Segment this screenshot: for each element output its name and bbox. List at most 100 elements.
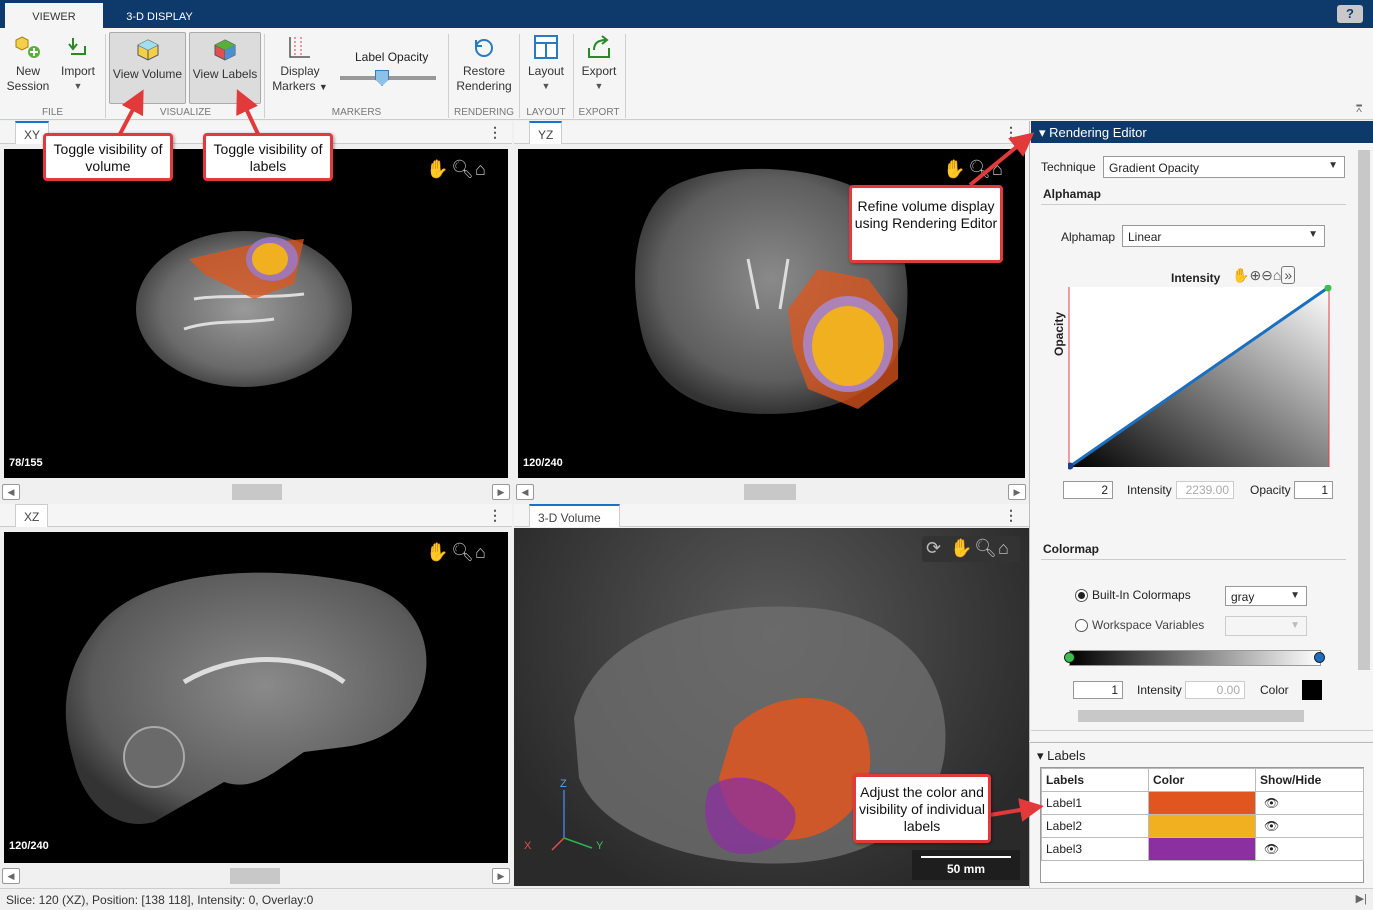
rendering-editor-header[interactable]: ▾ Rendering Editor xyxy=(1031,121,1373,143)
home-icon[interactable]: ⌂ xyxy=(998,538,1009,559)
labels-table-header: Labels Color Show/Hide xyxy=(1041,768,1364,792)
pan-icon[interactable]: ✋ xyxy=(950,538,972,559)
column-header[interactable]: Color xyxy=(1148,768,1256,792)
alphamap-plot[interactable] xyxy=(1068,285,1332,470)
label-color-swatch[interactable] xyxy=(1148,837,1256,861)
pan-icon[interactable]: ✋ xyxy=(1232,267,1249,283)
zoom-icon[interactable]: 🔍︎ xyxy=(968,159,991,180)
help-button[interactable]: ? xyxy=(1337,5,1363,23)
show-hide-cell[interactable]: 👁 xyxy=(1255,837,1364,861)
xy-menu-icon[interactable]: ⋮ xyxy=(488,124,502,141)
scroll-left-icon[interactable]: ◀ xyxy=(516,484,534,500)
restore-rendering-button[interactable]: Restore Rendering xyxy=(452,34,516,104)
show-hide-cell[interactable]: 👁 xyxy=(1255,791,1364,815)
xz-view[interactable]: ✋ 🔍︎ ⌂ 120/240 xyxy=(4,532,508,863)
rotate-icon[interactable]: ⟳ xyxy=(926,538,941,559)
intensity-field[interactable]: 2239.00 xyxy=(1176,481,1234,499)
zoom-in-icon[interactable]: ⊕ xyxy=(1249,267,1261,283)
scroll-thumb[interactable] xyxy=(744,484,796,500)
label-color-swatch[interactable] xyxy=(1148,814,1256,838)
workspace-variables-dropdown[interactable]: ▼ xyxy=(1225,616,1307,636)
scroll-left-icon[interactable]: ◀ xyxy=(2,484,20,500)
pan-icon[interactable]: ✋ xyxy=(426,159,448,180)
builtin-colormap-dropdown[interactable]: gray ▼ xyxy=(1225,586,1307,606)
colormap-stop-start[interactable] xyxy=(1064,652,1075,663)
eye-icon[interactable]: 👁 xyxy=(1264,796,1279,810)
home-icon[interactable]: ⌂ xyxy=(992,159,1003,180)
chevron-down-icon: ▼ xyxy=(1328,160,1338,171)
scroll-thumb[interactable] xyxy=(232,484,282,500)
builtin-colormaps-radio[interactable] xyxy=(1075,589,1088,602)
xz-menu-icon[interactable]: ⋮ xyxy=(488,507,502,524)
workspace-variables-radio[interactable] xyxy=(1075,619,1088,632)
opacity-field[interactable]: 1 xyxy=(1294,481,1333,499)
tab-viewer[interactable]: VIEWER xyxy=(5,3,103,28)
zoom-icon[interactable]: 🔍︎ xyxy=(451,159,474,180)
label-name[interactable]: Label1 xyxy=(1041,791,1149,815)
layout-button[interactable]: Layout ▼ xyxy=(523,34,569,104)
scroll-thumb[interactable] xyxy=(230,868,280,884)
radio-selected-dot xyxy=(1078,592,1085,599)
technique-dropdown[interactable]: Gradient Opacity ▼ xyxy=(1103,156,1345,178)
scroll-right-icon[interactable]: ▶ xyxy=(492,484,510,500)
chevron-down-icon: ▼ xyxy=(1290,590,1300,601)
display-markers-button[interactable]: Display Markers ▼ xyxy=(270,34,330,104)
eye-icon[interactable]: 👁 xyxy=(1264,819,1279,833)
separator xyxy=(105,34,106,118)
table-row[interactable]: Label2 👁 xyxy=(1041,814,1364,838)
new-session-icon xyxy=(15,36,40,58)
expand-icon[interactable]: » xyxy=(1281,266,1296,284)
show-hide-cell[interactable]: 👁 xyxy=(1255,814,1364,838)
xz-slice-scrollbar[interactable]: ◀ ▶ xyxy=(0,865,512,887)
label-color-swatch[interactable] xyxy=(1148,791,1256,815)
view-labels-button[interactable]: View Labels xyxy=(189,32,261,104)
export-button[interactable]: Export ▼ xyxy=(577,34,621,104)
collapse-ribbon-icon[interactable]: ⩞ xyxy=(1356,104,1362,115)
eye-icon[interactable]: 👁 xyxy=(1264,842,1279,856)
colormap-intensity-field[interactable]: 0.00 xyxy=(1185,681,1245,699)
tab-3d-display[interactable]: 3-D DISPLAY xyxy=(112,3,207,28)
scroll-right-icon[interactable]: ▶ xyxy=(492,868,510,884)
table-row[interactable]: Label1 👁 xyxy=(1041,791,1364,815)
scroll-right-icon[interactable]: ▶ xyxy=(1008,484,1026,500)
column-header[interactable]: Labels xyxy=(1041,768,1149,792)
status-bar: Slice: 120 (XZ), Position: [138 118], In… xyxy=(0,888,1373,910)
table-row[interactable]: Label3 👁 xyxy=(1041,837,1364,861)
colormap-index-spinner[interactable]: 1 xyxy=(1073,681,1123,699)
colormap-bar[interactable] xyxy=(1069,650,1321,666)
tab-xz[interactable]: XZ xyxy=(15,504,49,527)
editor-vertical-scrollbar[interactable] xyxy=(1358,150,1370,670)
zoom-icon[interactable]: 🔍︎ xyxy=(974,538,997,559)
import-button[interactable]: Import ▼ xyxy=(56,34,100,104)
view-volume-icon xyxy=(137,39,158,61)
alphamap-dropdown[interactable]: Linear ▼ xyxy=(1122,225,1325,247)
new-session-button[interactable]: New Session xyxy=(6,34,50,104)
colormap-horizontal-scrollbar[interactable] xyxy=(1078,710,1304,722)
status-expand-icon[interactable]: ▶| xyxy=(1356,892,1367,905)
plot-toolbar: ✋⊕⊖⌂» xyxy=(1232,266,1296,284)
scroll-left-icon[interactable]: ◀ xyxy=(2,868,20,884)
label-name[interactable]: Label3 xyxy=(1041,837,1149,861)
zoom-out-icon[interactable]: ⊖ xyxy=(1261,267,1273,283)
column-header[interactable]: Show/Hide xyxy=(1255,768,1364,792)
yz-slice-scrollbar[interactable]: ◀ ▶ xyxy=(514,481,1029,503)
home-icon[interactable]: ⌂ xyxy=(475,542,486,563)
pan-icon[interactable]: ✋ xyxy=(426,542,448,563)
tab-yz[interactable]: YZ xyxy=(529,121,563,144)
pan-icon[interactable]: ✋ xyxy=(943,159,965,180)
label-name[interactable]: Label2 xyxy=(1041,814,1149,838)
pane-header-yz: YZ ⋮ xyxy=(514,121,1029,144)
xy-view[interactable]: ✋ 🔍︎ ⌂ 78/155 xyxy=(4,149,508,478)
view-volume-button[interactable]: View Volume xyxy=(109,32,186,104)
point-index-spinner[interactable]: 2 xyxy=(1063,481,1113,499)
xy-slice-scrollbar[interactable]: ◀ ▶ xyxy=(0,481,512,503)
yz-menu-icon[interactable]: ⋮ xyxy=(1004,124,1018,141)
layout-label: Layout xyxy=(527,64,565,78)
color-swatch[interactable] xyxy=(1302,680,1322,700)
labels-panel-header[interactable]: ▾ Labels xyxy=(1037,748,1085,764)
home-icon[interactable]: ⌂ xyxy=(475,159,486,180)
zoom-icon[interactable]: 🔍︎ xyxy=(451,542,474,563)
volume-menu-icon[interactable]: ⋮ xyxy=(1004,507,1018,524)
tab-3d-volume[interactable]: 3-D Volume xyxy=(529,504,620,527)
colormap-stop-end[interactable] xyxy=(1314,652,1325,663)
